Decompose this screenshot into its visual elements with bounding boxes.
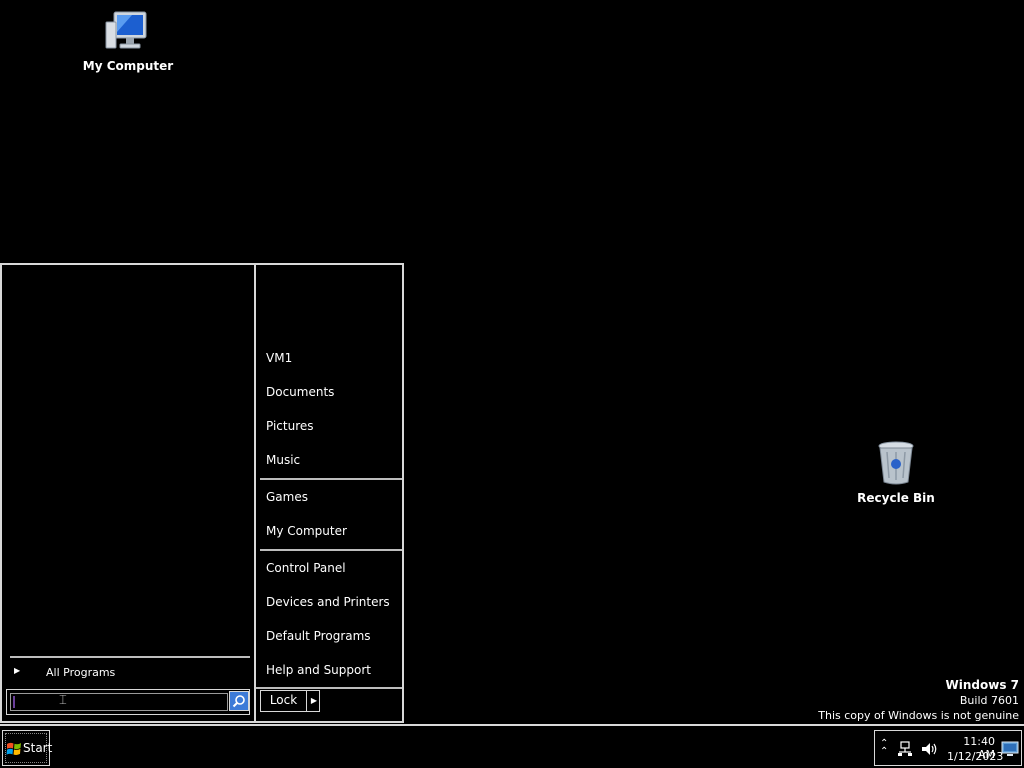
divider	[256, 687, 402, 689]
desktop-icon-my-computer[interactable]: My Computer	[80, 10, 176, 73]
notification-area: ⌃ ⌃ 11:40 AM 1/12/2023	[874, 730, 1022, 766]
divider	[10, 656, 250, 658]
show-hidden-icons-button[interactable]: ⌃ ⌃	[880, 739, 888, 757]
triangle-right-icon: ▶	[310, 696, 318, 705]
ibeam-cursor-icon: ⌶	[59, 693, 67, 708]
menu-item-music[interactable]: Music	[266, 449, 300, 471]
windows-watermark: Windows 7 Build 7601 This copy of Window…	[818, 678, 1019, 723]
watermark-os-name: Windows 7	[945, 678, 1019, 692]
text-caret	[13, 696, 15, 708]
show-desktop-icon[interactable]	[1001, 741, 1019, 757]
menu-item-help-and-support[interactable]: Help and Support	[266, 659, 371, 681]
start-button[interactable]: Start	[2, 730, 53, 766]
menu-item-pictures[interactable]: Pictures	[266, 415, 314, 437]
triangle-right-icon: ▶	[14, 666, 21, 675]
menu-item-documents[interactable]: Documents	[266, 381, 334, 403]
menu-item-vm1[interactable]: VM1	[266, 347, 292, 369]
taskbar: Start ⌃ ⌃ 11:40 AM 1/12/2023	[0, 724, 1024, 768]
menu-item-games[interactable]: Games	[266, 486, 308, 508]
all-programs-item[interactable]: ▶ All Programs	[10, 663, 250, 683]
desktop-icon-label: Recycle Bin	[857, 491, 935, 505]
menu-item-control-panel[interactable]: Control Panel	[266, 557, 346, 579]
menu-item-devices-and-printers[interactable]: Devices and Printers	[266, 591, 390, 613]
network-icon[interactable]	[897, 741, 913, 757]
lock-options-button[interactable]: ▶	[308, 691, 320, 711]
watermark-genuine-notice: This copy of Windows is not genuine	[818, 709, 1019, 722]
windows-logo-icon	[6, 742, 21, 755]
menu-item-my-computer[interactable]: My Computer	[266, 520, 347, 542]
divider	[260, 549, 402, 551]
all-programs-label: All Programs	[46, 666, 116, 679]
desktop-icon-recycle-bin[interactable]: Recycle Bin	[848, 440, 944, 505]
computer-icon	[105, 11, 147, 49]
volume-icon[interactable]	[921, 741, 939, 757]
start-button-label: Start	[23, 741, 53, 755]
search-input[interactable]	[10, 693, 228, 711]
start-menu-left-pane: ▶ All Programs ⌶	[2, 265, 256, 721]
start-menu: ▶ All Programs ⌶ VM1 Documents Pictures …	[0, 263, 404, 723]
divider	[260, 478, 402, 480]
start-menu-right-pane: VM1 Documents Pictures Music Games My Co…	[256, 265, 402, 721]
lock-button[interactable]: Lock	[261, 691, 307, 711]
lock-button-group: Lock ▶	[260, 690, 320, 712]
menu-item-default-programs[interactable]: Default Programs	[266, 625, 371, 647]
search-button[interactable]	[229, 691, 249, 711]
desktop-icon-label: My Computer	[82, 59, 174, 73]
watermark-build: Build 7601	[959, 694, 1019, 707]
recycle-bin-icon	[878, 441, 914, 485]
search-icon	[232, 695, 245, 708]
clock-date[interactable]: 1/12/2023	[947, 750, 1003, 763]
search-box: ⌶	[6, 689, 250, 715]
